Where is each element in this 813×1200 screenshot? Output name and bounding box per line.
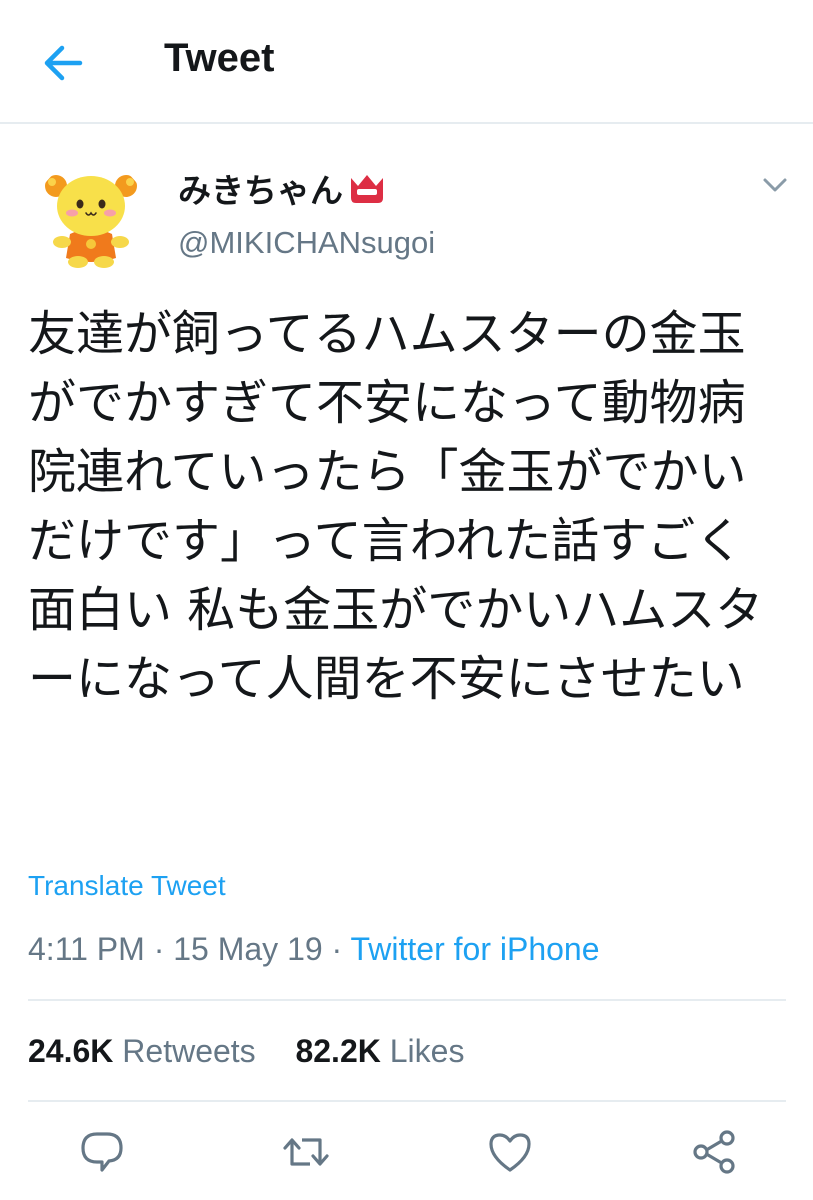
retweets-stat[interactable]: 24.6K Retweets	[28, 1033, 256, 1069]
like-button[interactable]	[486, 1128, 534, 1176]
tweet-time: 4:11 PM	[28, 931, 145, 967]
retweet-icon	[283, 1138, 329, 1166]
action-bar	[0, 1128, 813, 1184]
reply-button[interactable]	[78, 1128, 126, 1176]
crown-emoji-icon	[347, 172, 387, 214]
meta-separator: ·	[322, 931, 351, 967]
tweet-stats: 24.6K Retweets 82.2K Likes	[28, 1033, 464, 1070]
chevron-down-icon	[763, 178, 787, 192]
translate-tweet-link[interactable]: Translate Tweet	[28, 870, 226, 902]
page-title: Tweet	[164, 36, 275, 80]
back-button[interactable]	[38, 38, 88, 88]
back-arrow-icon	[44, 45, 83, 81]
likes-stat[interactable]: 82.2K Likes	[295, 1033, 464, 1069]
share-button[interactable]	[690, 1128, 738, 1176]
tweet-menu-button[interactable]	[760, 172, 790, 198]
divider	[28, 999, 786, 1001]
avatar[interactable]	[34, 160, 148, 274]
yellow-mascot-avatar	[45, 175, 137, 268]
likes-count: 82.2K	[295, 1033, 381, 1069]
tweet-text: 友達が飼ってるハムスターの金玉がでかすぎて不安になって動物病院連れていったら「金…	[28, 306, 764, 707]
heart-icon	[489, 1133, 531, 1172]
divider	[28, 1100, 786, 1102]
user-handle[interactable]: @MIKICHANsugoi	[178, 225, 435, 261]
retweets-count: 24.6K	[28, 1033, 114, 1069]
display-name-text: みきちゃん	[178, 171, 343, 210]
top-bar: Tweet	[0, 0, 813, 124]
likes-label: Likes	[389, 1033, 465, 1069]
share-icon	[693, 1130, 735, 1174]
retweets-label: Retweets	[122, 1033, 256, 1069]
tweet-source-link[interactable]: Twitter for iPhone	[351, 931, 600, 967]
display-name[interactable]: みきちゃん	[178, 164, 387, 214]
tweet-meta: 4:11 PM · 15 May 19 · Twitter for iPhone	[28, 931, 600, 968]
tweet-date: 15 May 19	[173, 931, 323, 967]
retweet-button[interactable]	[282, 1128, 330, 1176]
reply-icon	[81, 1132, 123, 1172]
meta-separator: ·	[144, 931, 174, 967]
